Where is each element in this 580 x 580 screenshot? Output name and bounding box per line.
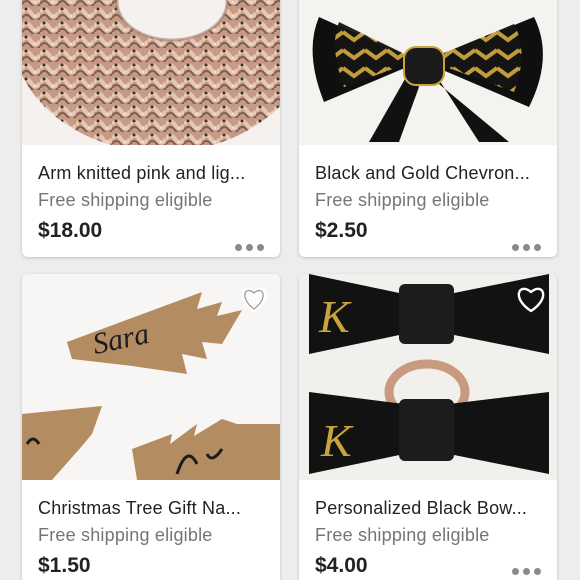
listing-title[interactable]: Black and Gold Chevron... (315, 162, 541, 184)
bow-initial-text: K (318, 291, 352, 342)
shipping-label: Free shipping eligible (38, 190, 213, 210)
shipping-label: Free shipping eligible (315, 525, 490, 545)
listing-image[interactable] (22, 0, 280, 145)
listing-price: $4.00 (315, 554, 368, 577)
shipping-label: Free shipping eligible (38, 525, 213, 545)
listing-image[interactable]: K K (299, 274, 557, 480)
listing-info: Arm knitted pink and lig... Free shippin… (22, 162, 280, 244)
listing-title[interactable]: Personalized Black Bow... (315, 497, 541, 519)
listing-price: $1.50 (38, 554, 91, 577)
listing-card[interactable]: Arm knitted pink and lig... Free shippin… (22, 0, 280, 257)
more-options-icon[interactable] (512, 240, 541, 255)
listing-price: $18.00 (38, 219, 103, 242)
listing-price: $2.50 (315, 219, 368, 242)
listing-card[interactable]: Black and Gold Chevron... Free shipping … (299, 0, 557, 257)
heart-outline-icon[interactable] (515, 284, 547, 314)
listing-card[interactable]: K K Personalized Black Bow... Free shipp… (299, 274, 557, 580)
listing-grid: Arm knitted pink and lig... Free shippin… (0, 0, 580, 580)
more-options-icon[interactable] (512, 564, 541, 579)
bow-initial-text: K (320, 415, 354, 466)
shipping-label: Free shipping eligible (315, 190, 490, 210)
listing-info: Christmas Tree Gift Na... Free shipping … (22, 497, 280, 579)
listing-info: Black and Gold Chevron... Free shipping … (299, 162, 557, 244)
heart-outline-icon[interactable] (238, 284, 270, 314)
listing-image[interactable]: Sara (22, 274, 280, 480)
listing-title[interactable]: Christmas Tree Gift Na... (38, 497, 264, 519)
listing-title[interactable]: Arm knitted pink and lig... (38, 162, 264, 184)
listing-image[interactable] (299, 0, 557, 145)
more-options-icon[interactable] (235, 240, 264, 255)
listing-card[interactable]: Sara Christmas Tree Gift Na... Free ship… (22, 274, 280, 580)
